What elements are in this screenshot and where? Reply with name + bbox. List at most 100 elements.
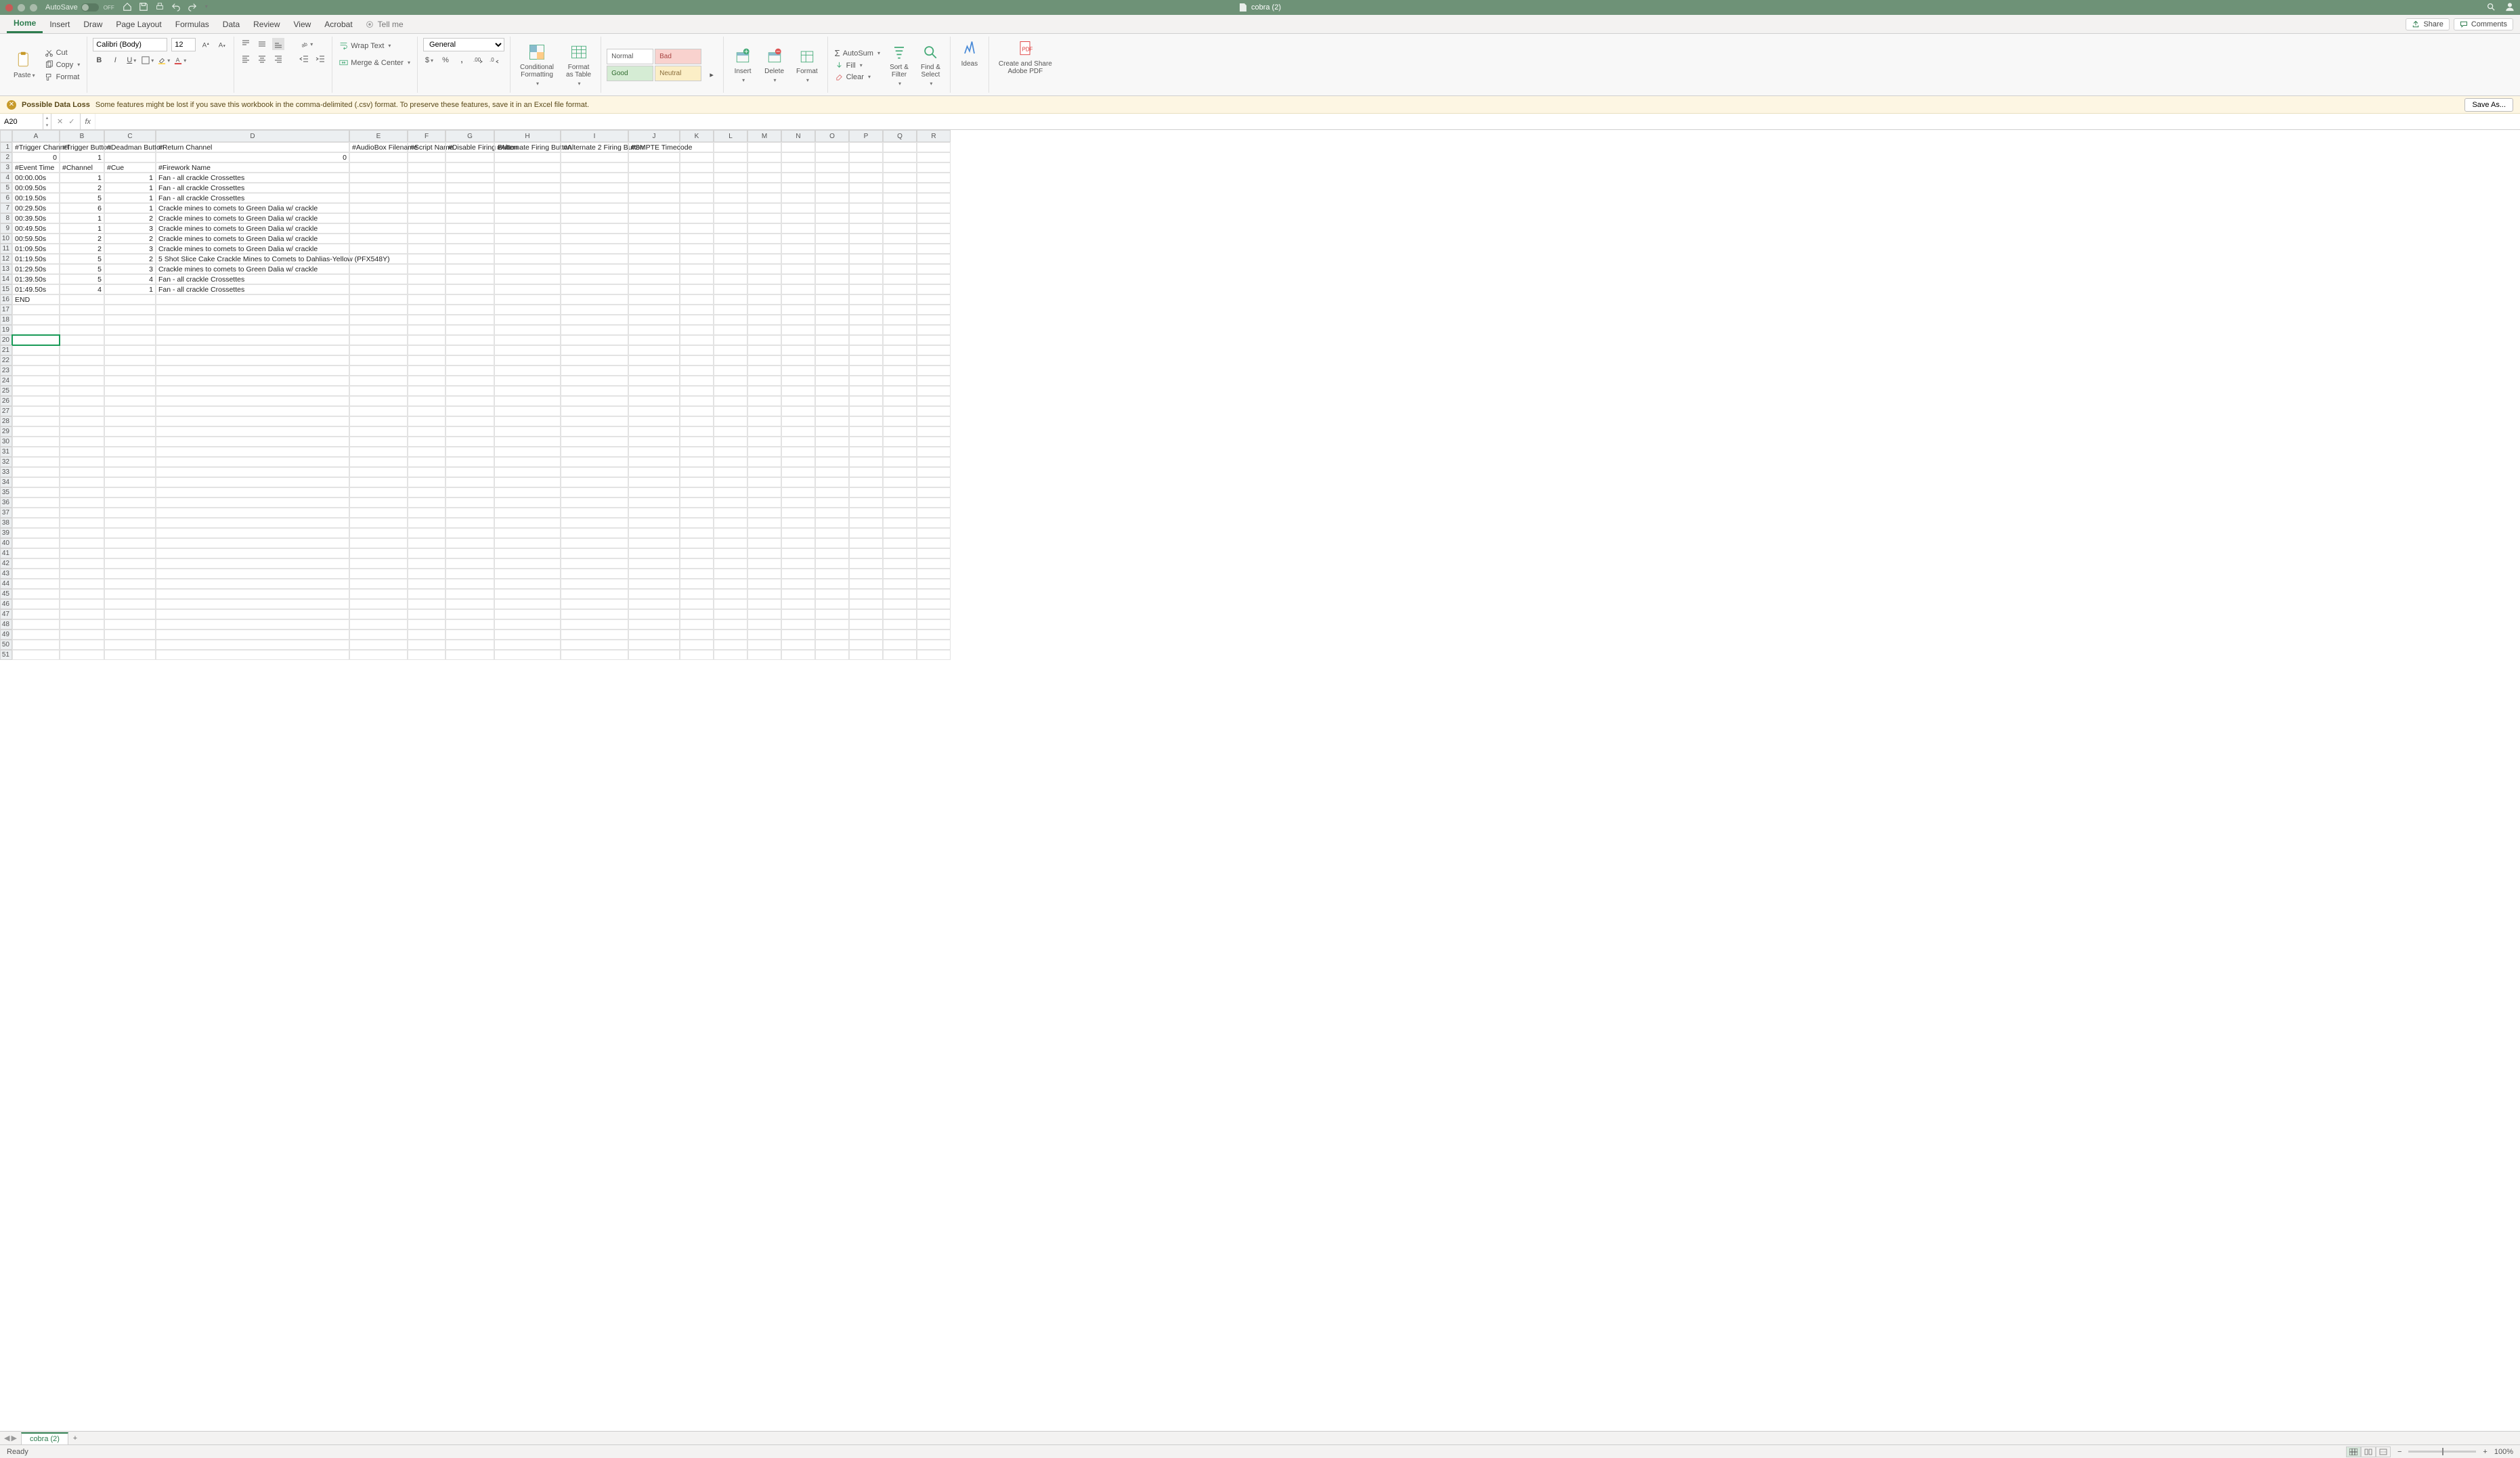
cell[interactable] xyxy=(714,558,747,569)
cut-button[interactable]: Cut xyxy=(43,47,82,58)
cell[interactable] xyxy=(815,244,849,254)
cell[interactable] xyxy=(408,254,446,264)
cell[interactable] xyxy=(104,396,156,406)
cell[interactable] xyxy=(446,508,494,518)
cell[interactable] xyxy=(60,335,104,345)
increase-font-icon[interactable]: A▴ xyxy=(200,39,212,51)
cell[interactable] xyxy=(815,376,849,386)
cell[interactable]: 00:39.50s xyxy=(12,213,60,223)
cell[interactable] xyxy=(781,619,815,629)
cell[interactable] xyxy=(104,579,156,589)
cell[interactable] xyxy=(747,213,781,223)
cell[interactable] xyxy=(156,619,349,629)
cell[interactable] xyxy=(849,142,883,152)
cell[interactable] xyxy=(883,376,917,386)
cell[interactable] xyxy=(156,518,349,528)
column-header[interactable]: H xyxy=(494,130,561,142)
cell[interactable] xyxy=(917,162,951,173)
cell[interactable] xyxy=(156,477,349,487)
cell[interactable] xyxy=(349,518,408,528)
cell[interactable] xyxy=(815,396,849,406)
cell[interactable] xyxy=(815,650,849,660)
cell[interactable] xyxy=(849,589,883,599)
cell[interactable] xyxy=(628,366,680,376)
cell[interactable] xyxy=(747,538,781,548)
cell[interactable] xyxy=(12,498,60,508)
cell[interactable] xyxy=(12,467,60,477)
cell[interactable] xyxy=(815,558,849,569)
cell[interactable] xyxy=(156,305,349,315)
cell[interactable] xyxy=(815,386,849,396)
cell[interactable] xyxy=(446,366,494,376)
cell[interactable] xyxy=(815,579,849,589)
cell[interactable] xyxy=(747,305,781,315)
cell[interactable] xyxy=(408,426,446,437)
cell[interactable] xyxy=(446,162,494,173)
cell[interactable] xyxy=(349,274,408,284)
cell[interactable] xyxy=(714,477,747,487)
cell[interactable] xyxy=(494,244,561,254)
cell[interactable] xyxy=(781,254,815,264)
cell[interactable] xyxy=(561,569,628,579)
cell[interactable] xyxy=(714,589,747,599)
cell[interactable] xyxy=(628,335,680,345)
cell[interactable] xyxy=(747,467,781,477)
column-header[interactable]: Q xyxy=(883,130,917,142)
cell[interactable] xyxy=(917,152,951,162)
cell[interactable] xyxy=(408,508,446,518)
percent-icon[interactable]: % xyxy=(439,54,452,66)
cell[interactable] xyxy=(408,538,446,548)
cell[interactable] xyxy=(714,234,747,244)
row-header[interactable]: 27 xyxy=(0,406,12,416)
ribbon-tab-formulas[interactable]: Formulas xyxy=(169,15,216,33)
cell[interactable] xyxy=(781,244,815,254)
cell[interactable] xyxy=(60,487,104,498)
cell[interactable] xyxy=(781,467,815,477)
cell[interactable] xyxy=(917,142,951,152)
cell[interactable] xyxy=(680,284,714,294)
cell[interactable] xyxy=(561,152,628,162)
cell[interactable] xyxy=(628,355,680,366)
cell[interactable] xyxy=(781,376,815,386)
cell[interactable] xyxy=(12,487,60,498)
cell[interactable] xyxy=(156,355,349,366)
cell[interactable] xyxy=(561,396,628,406)
cell[interactable] xyxy=(561,244,628,254)
cell[interactable] xyxy=(156,426,349,437)
cell[interactable] xyxy=(628,508,680,518)
cell[interactable] xyxy=(156,457,349,467)
ribbon-tab-draw[interactable]: Draw xyxy=(77,15,109,33)
cell[interactable] xyxy=(680,142,714,152)
cell[interactable] xyxy=(747,376,781,386)
cell[interactable] xyxy=(494,173,561,183)
column-header[interactable]: J xyxy=(628,130,680,142)
cell[interactable] xyxy=(60,589,104,599)
cell[interactable] xyxy=(680,152,714,162)
cell[interactable] xyxy=(12,548,60,558)
cell[interactable] xyxy=(628,640,680,650)
name-box[interactable]: A20 xyxy=(0,114,43,129)
cell[interactable] xyxy=(349,223,408,234)
cell[interactable] xyxy=(561,437,628,447)
cell[interactable] xyxy=(883,467,917,477)
cell[interactable] xyxy=(494,599,561,609)
cell[interactable] xyxy=(446,152,494,162)
cell[interactable] xyxy=(714,538,747,548)
cell[interactable] xyxy=(60,305,104,315)
cell[interactable] xyxy=(628,173,680,183)
cell[interactable] xyxy=(781,477,815,487)
cell[interactable] xyxy=(60,518,104,528)
cell[interactable] xyxy=(883,183,917,193)
cell[interactable] xyxy=(747,619,781,629)
cell[interactable] xyxy=(494,477,561,487)
cell[interactable] xyxy=(883,589,917,599)
format-cells-button[interactable]: Format xyxy=(792,45,822,85)
cell[interactable] xyxy=(104,335,156,345)
cell[interactable] xyxy=(408,416,446,426)
page-layout-view-icon[interactable] xyxy=(2361,1446,2376,1457)
cell[interactable] xyxy=(849,183,883,193)
cell[interactable] xyxy=(494,629,561,640)
cell[interactable] xyxy=(408,548,446,558)
cell[interactable] xyxy=(408,437,446,447)
cell[interactable] xyxy=(446,325,494,335)
